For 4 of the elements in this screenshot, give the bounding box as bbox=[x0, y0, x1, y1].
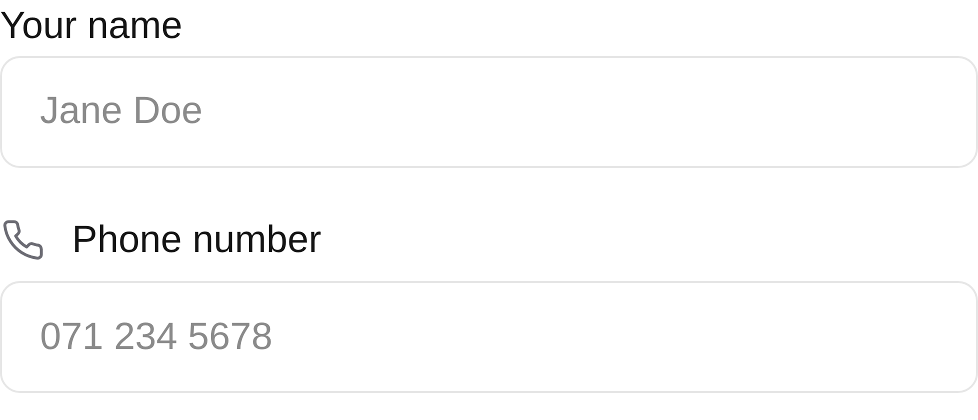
phone-field[interactable]: 071 234 5678 bbox=[0, 281, 978, 394]
field-label: Your name bbox=[0, 4, 182, 49]
name-field[interactable]: Jane Doe bbox=[0, 56, 978, 168]
field-label: Phone number bbox=[72, 218, 322, 263]
